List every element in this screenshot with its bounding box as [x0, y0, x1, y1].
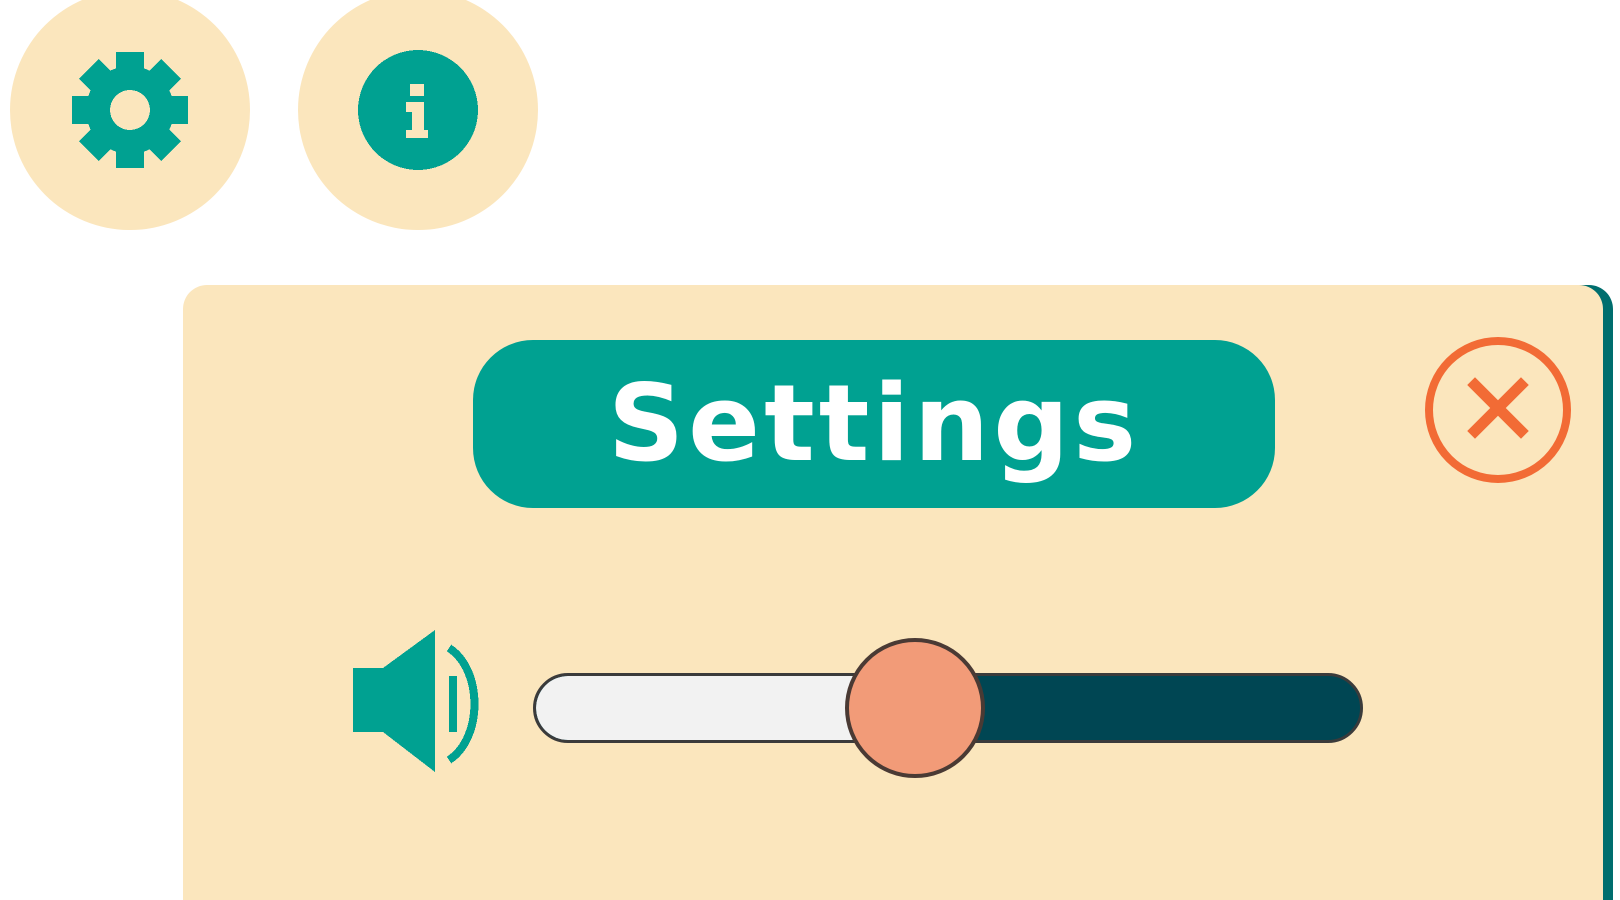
volume-slider[interactable]: [533, 638, 1363, 778]
gear-icon: [68, 48, 192, 172]
game-screen: Settings: [0, 0, 1620, 900]
close-button[interactable]: [1425, 337, 1571, 483]
page-title: Settings: [607, 362, 1141, 485]
speaker-icon: [353, 630, 503, 780]
settings-button[interactable]: [10, 0, 250, 230]
settings-title-banner: Settings: [473, 340, 1275, 508]
volume-slider-thumb[interactable]: [844, 638, 985, 778]
close-icon: [1467, 377, 1529, 443]
info-button[interactable]: [298, 0, 538, 230]
info-icon: [356, 48, 480, 172]
settings-panel: Settings: [183, 285, 1603, 900]
